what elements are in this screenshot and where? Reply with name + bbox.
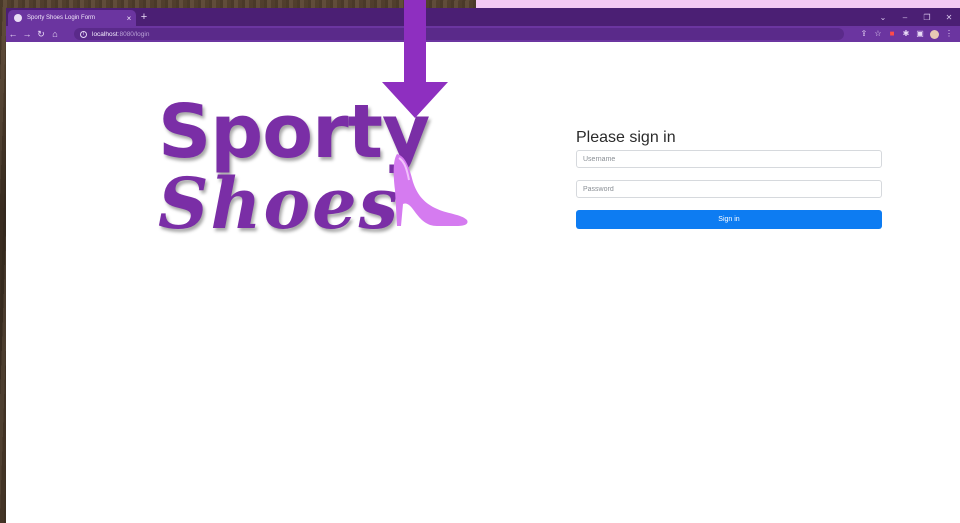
tab-title: Sporty Shoes Login Form bbox=[27, 15, 96, 21]
home-icon[interactable]: ⌂ bbox=[48, 26, 62, 42]
background-window bbox=[476, 0, 960, 8]
reload-icon[interactable]: ↻ bbox=[34, 26, 48, 42]
url-host: localhost bbox=[92, 30, 118, 38]
annotation-arrow-icon bbox=[382, 0, 448, 118]
close-window-icon[interactable]: ✕ bbox=[938, 13, 960, 22]
high-heel-icon bbox=[393, 154, 468, 226]
restore-icon[interactable]: ❐ bbox=[916, 13, 938, 22]
tab-close-icon[interactable]: × bbox=[122, 14, 136, 23]
password-input[interactable] bbox=[576, 180, 882, 198]
page-title: Please sign in bbox=[576, 129, 676, 146]
globe-icon bbox=[14, 14, 22, 22]
profile-avatar-icon[interactable] bbox=[930, 29, 939, 39]
window-controls: ⌄ – ❐ ✕ bbox=[872, 8, 960, 26]
puzzle-icon[interactable]: ✱ bbox=[899, 26, 913, 42]
minimize-icon[interactable]: – bbox=[894, 13, 916, 22]
address-bar[interactable]: i localhost:8080/login bbox=[74, 28, 844, 40]
pdf-extension-icon[interactable]: ■ bbox=[885, 26, 899, 42]
forward-arrow-icon[interactable]: → bbox=[20, 26, 34, 42]
new-tab-button[interactable]: + bbox=[138, 10, 150, 24]
share-icon[interactable]: ⇪ bbox=[857, 26, 871, 42]
sign-in-button[interactable]: Sign in bbox=[576, 210, 882, 229]
back-arrow-icon[interactable]: ← bbox=[6, 26, 20, 42]
kebab-menu-icon[interactable]: ⋮ bbox=[942, 26, 956, 42]
info-icon[interactable]: i bbox=[80, 30, 87, 38]
logo-line-shoes: Shoes bbox=[158, 162, 401, 245]
side-panel-icon[interactable]: ▣ bbox=[913, 26, 927, 42]
url-path: :8080/login bbox=[117, 30, 150, 38]
login-form: Please sign in Sign in bbox=[576, 128, 882, 229]
browser-window: Sporty Shoes Login Form × + ⌄ – ❐ ✕ ← → … bbox=[6, 8, 960, 523]
tab-search-icon[interactable]: ⌄ bbox=[872, 13, 894, 22]
tab-strip: Sporty Shoes Login Form × + ⌄ – ❐ ✕ bbox=[6, 8, 960, 26]
extensions-bar: ⇪ ☆ ■ ✱ ▣ ⋮ bbox=[857, 26, 956, 42]
star-icon[interactable]: ☆ bbox=[871, 26, 885, 42]
page-content: Sporty Shoes Please sign in Sign in bbox=[6, 42, 960, 523]
browser-tab[interactable]: Sporty Shoes Login Form × bbox=[8, 10, 136, 26]
browser-toolbar: ← → ↻ ⌂ i localhost:8080/login ⇪ ☆ ■ ✱ ▣… bbox=[6, 26, 960, 42]
username-input[interactable] bbox=[576, 150, 882, 168]
